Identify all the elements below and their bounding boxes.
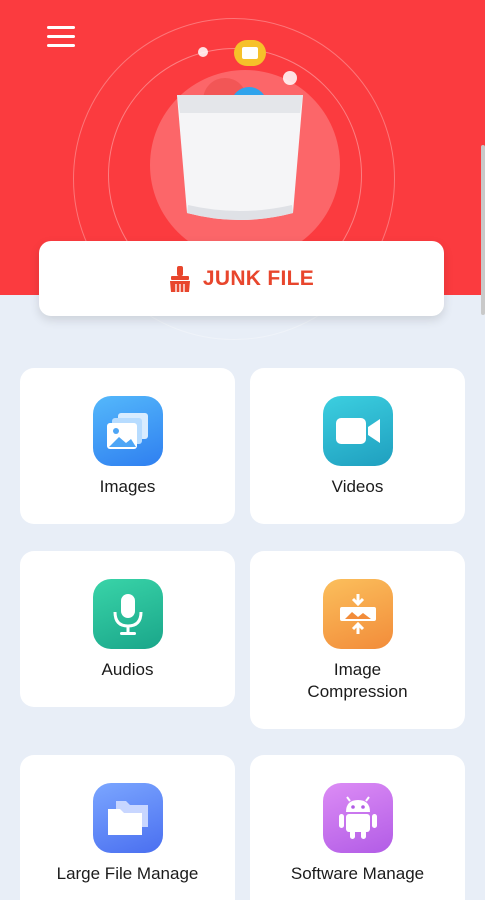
scrollbar[interactable]	[481, 145, 485, 315]
software-manage-card[interactable]: Software Manage	[250, 755, 465, 900]
image-compression-card[interactable]: Image Compression	[250, 551, 465, 729]
folders-icon	[92, 783, 163, 853]
large-file-manage-label: Large File Manage	[56, 864, 199, 883]
audios-card[interactable]: Audios	[20, 551, 235, 707]
broom-icon	[169, 265, 190, 292]
microphone-icon	[92, 579, 163, 649]
images-icon	[92, 396, 163, 466]
software-manage-label: Software Manage	[290, 864, 425, 883]
images-label: Images	[99, 477, 156, 496]
android-icon	[322, 783, 393, 853]
large-file-manage-card[interactable]: Large File Manage	[20, 755, 235, 900]
video-camera-icon	[322, 396, 393, 466]
images-card[interactable]: Images	[20, 368, 235, 524]
image-compression-icon	[322, 579, 393, 649]
trash-bin-icon	[177, 40, 303, 220]
junk-file-button[interactable]: JUNK FILE	[39, 241, 444, 316]
junk-file-label: JUNK FILE	[202, 266, 315, 290]
audios-label: Audios	[101, 660, 154, 679]
image-compression-label: Image Compression	[307, 660, 408, 701]
videos-label: Videos	[331, 477, 384, 496]
hamburger-menu-icon[interactable]	[45, 23, 77, 49]
videos-card[interactable]: Videos	[250, 368, 465, 524]
